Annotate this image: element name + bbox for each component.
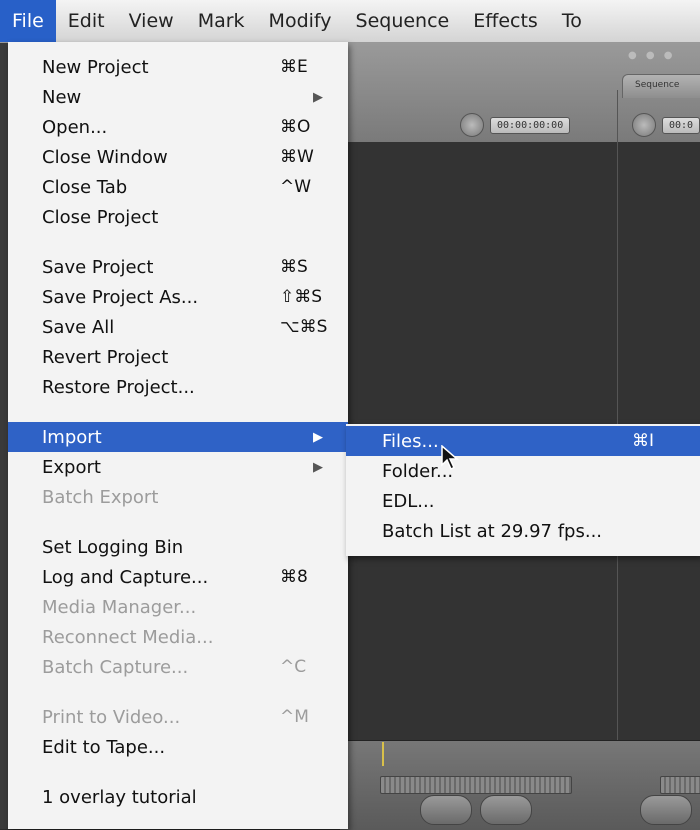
menu-item-batch-capture[interactable]: Batch Capture... ^C	[8, 652, 348, 682]
menu-item-media-manager[interactable]: Media Manager...	[8, 592, 348, 622]
menubar-file[interactable]: File	[0, 0, 56, 42]
menu-item-import-files[interactable]: Files... ⌘I	[346, 426, 700, 456]
menu-item-set-logging-bin[interactable]: Set Logging Bin	[8, 532, 348, 562]
menu-item-shortcut: ^C	[280, 657, 307, 677]
menu-item-shortcut: ⌘8	[280, 567, 308, 587]
menu-separator	[8, 232, 348, 252]
transport-button[interactable]	[420, 795, 472, 825]
menu-item-close-tab[interactable]: Close Tab ^W	[8, 172, 348, 202]
menu-item-label: Import	[42, 426, 102, 448]
menu-item-label: Export	[42, 456, 101, 478]
file-menu: New Project ⌘E New ▶ Open... ⌘O Close Wi…	[8, 42, 348, 829]
menu-item-import-edl[interactable]: EDL...	[346, 486, 700, 516]
menu-item-import[interactable]: Import ▶	[8, 422, 348, 452]
menu-item-close-project[interactable]: Close Project	[8, 202, 348, 232]
menu-item-shortcut: ^M	[280, 707, 309, 727]
menu-item-shortcut: ⌘S	[280, 257, 308, 277]
menu-separator	[8, 682, 348, 702]
menu-item-label: Save Project	[42, 256, 154, 278]
menu-item-label: Revert Project	[42, 346, 169, 368]
menu-item-log-and-capture[interactable]: Log and Capture... ⌘8	[8, 562, 348, 592]
menu-item-edit-to-tape[interactable]: Edit to Tape...	[8, 732, 348, 762]
menu-item-new[interactable]: New ▶	[8, 82, 348, 112]
menu-item-close-window[interactable]: Close Window ⌘W	[8, 142, 348, 172]
submenu-arrow-icon: ▶	[313, 89, 323, 105]
menubar-edit[interactable]: Edit	[56, 0, 117, 42]
menu-item-label: Save Project As...	[42, 286, 199, 308]
menu-item-label: Batch Export	[42, 486, 159, 508]
menu-item-label: Batch List at 29.97 fps...	[382, 520, 603, 542]
menu-item-label: New Project	[42, 56, 149, 78]
timecode-current: 00:0	[632, 112, 700, 138]
menubar-sequence[interactable]: Sequence	[344, 0, 462, 42]
menu-item-label: New	[42, 86, 82, 108]
menu-item-label: Restore Project...	[42, 376, 195, 398]
jog-shuttle-control[interactable]	[380, 776, 572, 794]
menu-item-label: Folder...	[382, 460, 454, 482]
menu-item-save-project-as[interactable]: Save Project As... ⇧⌘S	[8, 282, 348, 312]
menu-item-label: Batch Capture...	[42, 656, 189, 678]
menu-separator	[8, 512, 348, 532]
menu-separator	[8, 402, 348, 422]
menubar-tools[interactable]: To	[550, 0, 594, 42]
menu-item-import-batch-list[interactable]: Batch List at 29.97 fps...	[346, 516, 700, 546]
menu-item-label: 1 overlay tutorial	[42, 786, 197, 808]
submenu-arrow-icon: ▶	[313, 459, 323, 475]
menu-item-recent-project[interactable]: 1 overlay tutorial	[8, 782, 348, 812]
menu-bar: File Edit View Mark Modify Sequence Effe…	[0, 0, 700, 43]
menu-item-reconnect-media[interactable]: Reconnect Media...	[8, 622, 348, 652]
playhead-marker[interactable]	[382, 742, 384, 766]
menu-item-shortcut: ⌘E	[280, 57, 308, 77]
menu-item-label: Media Manager...	[42, 596, 197, 618]
menu-item-label: Set Logging Bin	[42, 536, 184, 558]
tab-sequence[interactable]: Sequence	[622, 74, 700, 98]
timecode-current-field[interactable]: 00:0	[662, 116, 700, 134]
menu-item-label: Close Project	[42, 206, 159, 228]
menubar-modify[interactable]: Modify	[257, 0, 344, 42]
transport-button[interactable]	[480, 795, 532, 825]
menu-item-label: EDL...	[382, 490, 435, 512]
menubar-mark[interactable]: Mark	[186, 0, 257, 42]
menu-item-shortcut: ⌘W	[280, 147, 314, 167]
menu-item-revert-project[interactable]: Revert Project	[8, 342, 348, 372]
timecode-dial-icon[interactable]	[632, 113, 656, 137]
window-divider	[617, 90, 618, 740]
menu-item-open[interactable]: Open... ⌘O	[8, 112, 348, 142]
menu-item-shortcut: ⌘I	[632, 431, 655, 451]
jog-shuttle-control[interactable]	[660, 776, 700, 794]
canvas-window-header: ● ● ● Sequence 00:00:00:00 00:0	[340, 42, 700, 143]
menu-separator	[8, 762, 348, 782]
menu-item-label: Save All	[42, 316, 115, 338]
menu-item-label: Open...	[42, 116, 108, 138]
menu-item-shortcut: ⌘O	[280, 117, 311, 137]
timecode-dial-icon[interactable]	[460, 113, 484, 137]
menu-item-print-to-video[interactable]: Print to Video... ^M	[8, 702, 348, 732]
menubar-view[interactable]: View	[117, 0, 186, 42]
menu-item-label: Close Tab	[42, 176, 128, 198]
import-submenu: Files... ⌘I Folder... EDL... Batch List …	[346, 424, 700, 556]
menu-item-save-all[interactable]: Save All ⌥⌘S	[8, 312, 348, 342]
menu-item-import-folder[interactable]: Folder...	[346, 456, 700, 486]
menu-item-label: Reconnect Media...	[42, 626, 214, 648]
menu-item-label: Log and Capture...	[42, 566, 209, 588]
menu-item-label: Edit to Tape...	[42, 736, 166, 758]
timecode-duration-field[interactable]: 00:00:00:00	[490, 116, 571, 134]
submenu-arrow-icon: ▶	[313, 429, 323, 445]
menu-item-label: Files...	[382, 430, 439, 452]
menu-item-label: Close Window	[42, 146, 168, 168]
menubar-effects[interactable]: Effects	[461, 0, 550, 42]
menu-item-shortcut: ⌥⌘S	[280, 317, 328, 337]
menu-item-new-project[interactable]: New Project ⌘E	[8, 52, 348, 82]
menu-item-shortcut: ^W	[280, 177, 312, 197]
timecode-duration: 00:00:00:00	[460, 112, 571, 138]
menu-item-shortcut: ⇧⌘S	[280, 287, 323, 307]
menu-item-restore-project[interactable]: Restore Project...	[8, 372, 348, 402]
menu-item-save-project[interactable]: Save Project ⌘S	[8, 252, 348, 282]
menu-item-batch-export[interactable]: Batch Export	[8, 482, 348, 512]
tab-sequence-label: Sequence	[635, 80, 680, 90]
menu-item-label: Print to Video...	[42, 706, 181, 728]
window-controls-icon[interactable]: ● ● ●	[628, 50, 676, 61]
menu-item-export[interactable]: Export ▶	[8, 452, 348, 482]
transport-button[interactable]	[640, 795, 692, 825]
